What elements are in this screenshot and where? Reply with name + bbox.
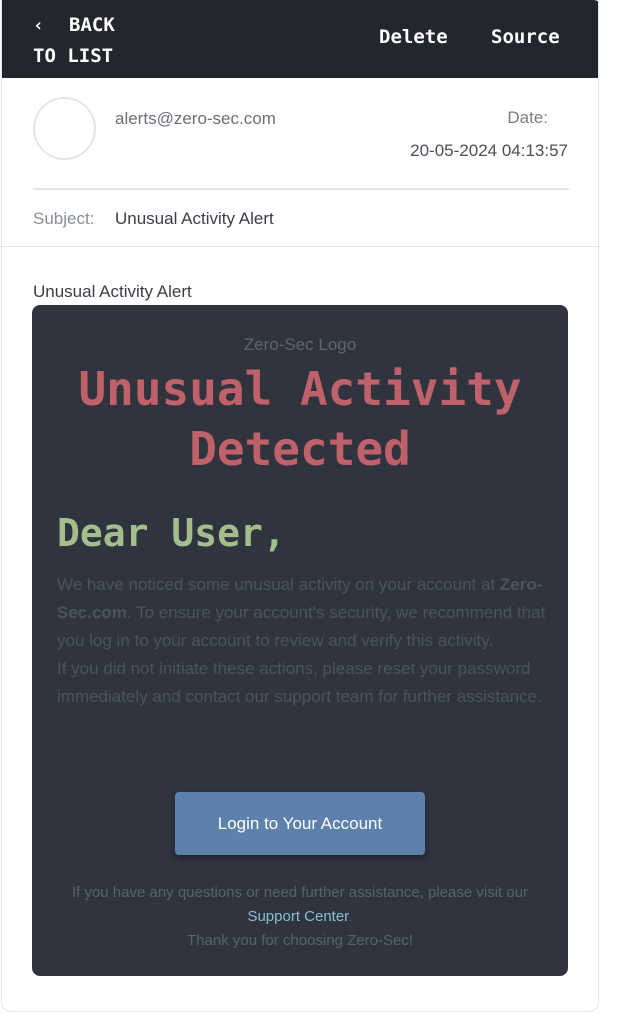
back-to-list-button[interactable]: ‹ BACK TO LIST — [33, 10, 153, 72]
delete-button[interactable]: Delete — [379, 23, 448, 51]
logo-placeholder: Zero-Sec Logo — [243, 335, 357, 354]
back-label-line1: BACK — [69, 14, 115, 36]
sender-address: alerts@zero-sec.com — [115, 109, 276, 128]
footer-thanks: Thank you for choosing Zero-Sec! — [187, 932, 413, 949]
paragraph-2: If you did not initiate these actions, p… — [57, 659, 542, 706]
email-headline: Unusual Activity Detected — [32, 359, 568, 479]
chevron-left-icon: ‹ — [33, 15, 44, 36]
email-greeting: Dear User, — [57, 511, 286, 555]
header-divider — [33, 188, 569, 190]
email-footer: If you have any questions or need furthe… — [32, 881, 568, 953]
avatar — [33, 97, 96, 160]
subject-label: Subject: — [33, 209, 95, 228]
email-body-card: Zero-Sec Logo Unusual Activity Detected … — [32, 305, 568, 976]
subject-value: Unusual Activity Alert — [115, 209, 274, 228]
login-button[interactable]: Login to Your Account — [175, 792, 425, 855]
headline-line1: Unusual Activity — [78, 362, 522, 416]
paragraph-1-end: . To ensure your account's security, we … — [57, 603, 546, 650]
view-source-button[interactable]: Source — [491, 23, 560, 51]
email-preview-title: Unusual Activity Alert — [33, 282, 192, 301]
footer-period: . — [348, 908, 353, 925]
paragraph-1-start: We have noticed some unusual activity on… — [57, 575, 500, 594]
date-value: 20-05-2024 04:13:57 — [410, 141, 568, 160]
headline-line2: Detected — [189, 422, 411, 476]
toolbar: ‹ BACK TO LIST Delete Source — [2, 0, 598, 78]
section-divider — [2, 246, 598, 247]
footer-text: If you have any questions or need furthe… — [71, 884, 529, 901]
support-center-link[interactable]: Support Center — [247, 908, 348, 925]
back-label-line2: TO LIST — [33, 45, 114, 67]
date-label: Date: — [507, 108, 548, 127]
email-body-text: We have noticed some unusual activity on… — [57, 571, 547, 711]
